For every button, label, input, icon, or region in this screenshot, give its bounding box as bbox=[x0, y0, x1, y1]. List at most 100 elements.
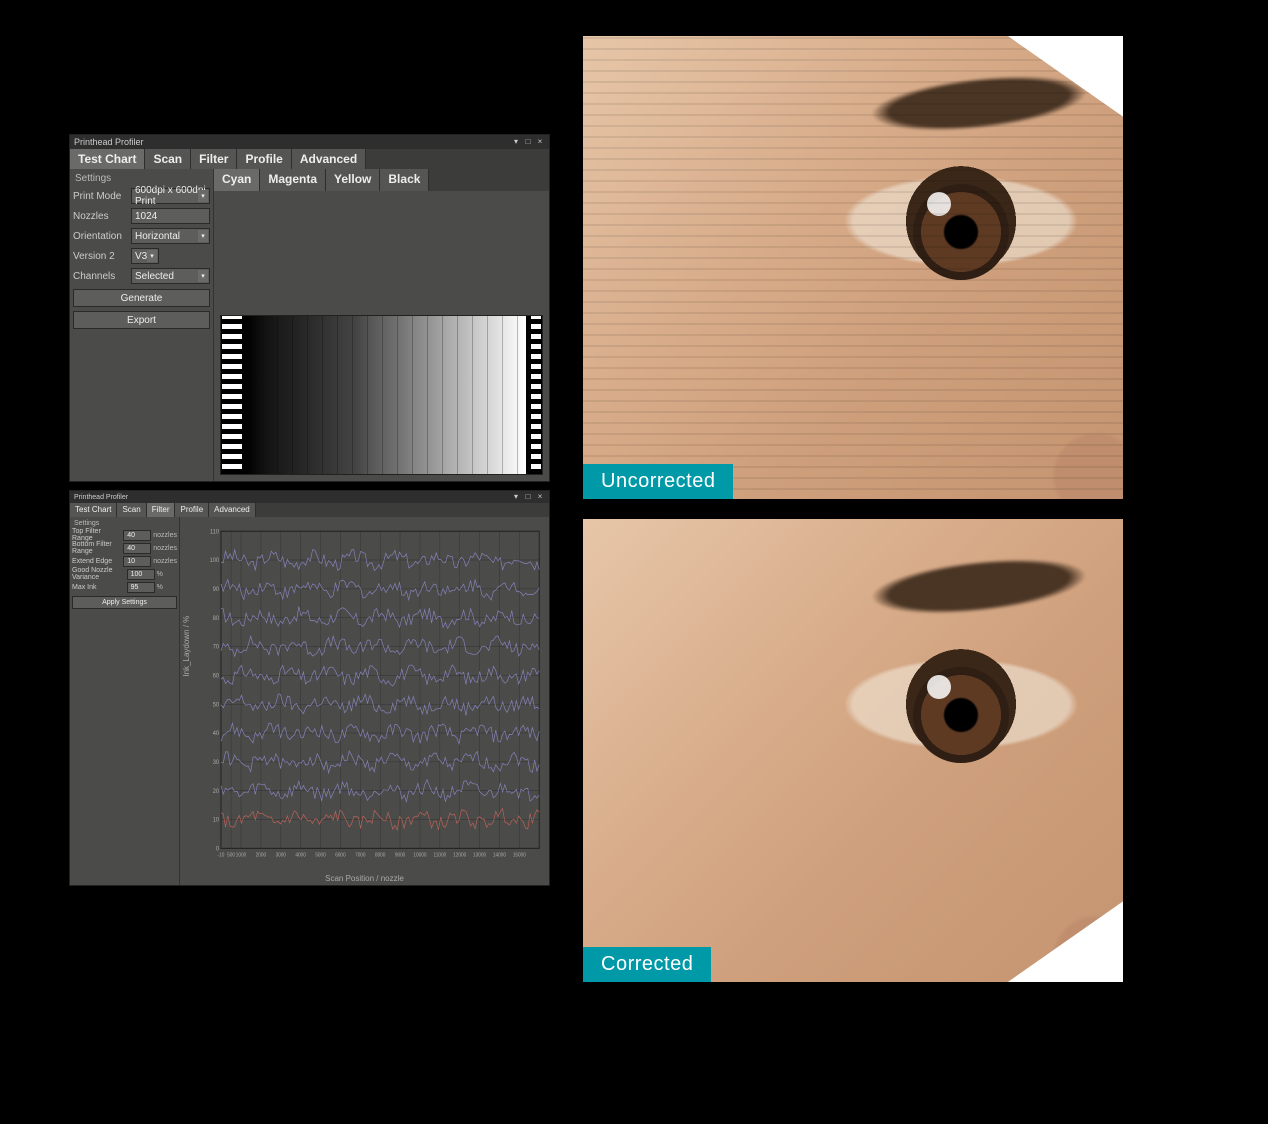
unit-label: nozzles bbox=[153, 558, 177, 565]
good-nozzle-variance-input[interactable]: 100 bbox=[127, 569, 155, 580]
chevron-down-icon: ▾ bbox=[198, 190, 208, 202]
good-nozzle-variance-label: Good Nozzle Variance bbox=[72, 567, 125, 581]
nozzles-input[interactable]: 1024 bbox=[131, 208, 210, 224]
channels-label: Channels bbox=[73, 271, 127, 282]
tab-filter[interactable]: Filter bbox=[191, 149, 237, 169]
svg-text:80: 80 bbox=[213, 616, 220, 622]
svg-text:15000: 15000 bbox=[513, 852, 526, 858]
version2-label: Version 2 bbox=[73, 251, 127, 262]
registration-marks-left bbox=[221, 316, 243, 474]
corrected-photo: Corrected bbox=[583, 519, 1123, 982]
svg-text:4000: 4000 bbox=[295, 852, 306, 858]
tab-black[interactable]: Black bbox=[380, 169, 429, 191]
viewport-gap bbox=[583, 499, 809, 519]
svg-text:2000: 2000 bbox=[256, 852, 267, 858]
top-filter-range-input[interactable]: 40 bbox=[123, 530, 151, 541]
svg-text:40: 40 bbox=[213, 731, 220, 737]
svg-text:5000: 5000 bbox=[315, 852, 326, 858]
window-title: Printhead Profiler bbox=[74, 137, 144, 147]
svg-text:13000: 13000 bbox=[473, 852, 486, 858]
bottom-filter-range-input[interactable]: 40 bbox=[123, 543, 151, 554]
svg-text:12000: 12000 bbox=[453, 852, 466, 858]
tab-profile[interactable]: Profile bbox=[175, 503, 209, 517]
main-tabs: Test Chart Scan Filter Profile Advanced bbox=[70, 503, 549, 517]
orientation-select[interactable]: Horizontal ▾ bbox=[131, 228, 210, 244]
print-mode-select[interactable]: 600dpi x 600dpi Print ▾ bbox=[131, 188, 210, 204]
window-title: Printhead Profiler bbox=[74, 494, 128, 501]
tab-cyan[interactable]: Cyan bbox=[214, 169, 260, 191]
tab-advanced[interactable]: Advanced bbox=[292, 149, 366, 169]
tab-magenta[interactable]: Magenta bbox=[260, 169, 326, 191]
max-ink-label: Max Ink bbox=[72, 584, 125, 591]
nozzles-label: Nozzles bbox=[73, 211, 127, 222]
svg-text:6000: 6000 bbox=[335, 852, 346, 858]
tab-test-chart[interactable]: Test Chart bbox=[70, 149, 145, 169]
svg-text:1000: 1000 bbox=[236, 852, 247, 858]
tab-scan[interactable]: Scan bbox=[117, 503, 146, 517]
x-axis-label: Scan Position / nozzle bbox=[325, 874, 404, 883]
bottom-filter-range-label: Bottom Filter Range bbox=[72, 541, 121, 555]
unit-label: % bbox=[157, 584, 177, 591]
svg-text:60: 60 bbox=[213, 673, 220, 679]
export-button[interactable]: Export bbox=[73, 311, 210, 329]
svg-text:10000: 10000 bbox=[413, 852, 426, 858]
filter-settings-panel: Settings Top Filter Range 40 nozzles Bot… bbox=[70, 517, 180, 885]
chevron-down-icon: ▾ bbox=[147, 250, 157, 262]
profiler-window-top: Printhead Profiler ▾ □ × Test Chart Scan… bbox=[69, 134, 550, 482]
svg-text:7000: 7000 bbox=[355, 852, 366, 858]
svg-text:-10: -10 bbox=[218, 852, 225, 858]
svg-text:8000: 8000 bbox=[375, 852, 386, 858]
tab-yellow[interactable]: Yellow bbox=[326, 169, 380, 191]
svg-text:9000: 9000 bbox=[395, 852, 406, 858]
profiler-window-bottom: Printhead Profiler ▾ □ × Test Chart Scan… bbox=[69, 490, 550, 886]
chevron-down-icon: ▾ bbox=[198, 270, 208, 282]
svg-text:70: 70 bbox=[213, 644, 220, 650]
color-tabs: Cyan Magenta Yellow Black bbox=[214, 169, 549, 191]
uncorrected-caption: Uncorrected bbox=[583, 464, 733, 499]
tab-scan[interactable]: Scan bbox=[145, 149, 191, 169]
svg-text:14000: 14000 bbox=[493, 852, 506, 858]
test-chart-preview bbox=[220, 315, 543, 475]
unit-label: nozzles bbox=[153, 545, 177, 552]
orientation-label: Orientation bbox=[73, 231, 127, 242]
svg-text:500: 500 bbox=[227, 852, 235, 858]
version2-select[interactable]: V3 ▾ bbox=[131, 248, 159, 264]
apply-settings-button[interactable]: Apply Settings bbox=[72, 596, 177, 609]
titlebar[interactable]: Printhead Profiler ▾ □ × bbox=[70, 135, 549, 149]
maximize-icon[interactable]: □ bbox=[523, 492, 533, 502]
ink-laydown-graph: Ink_Laydown / % Scan Position / nozzle 0… bbox=[180, 517, 549, 885]
y-axis-label: Ink_Laydown / % bbox=[182, 616, 191, 677]
extend-edge-label: Extend Edge bbox=[72, 558, 121, 565]
unit-label: nozzles bbox=[153, 532, 177, 539]
minimize-icon[interactable]: ▾ bbox=[511, 137, 521, 147]
svg-text:90: 90 bbox=[213, 587, 220, 593]
channels-select[interactable]: Selected ▾ bbox=[131, 268, 210, 284]
svg-text:3000: 3000 bbox=[276, 852, 287, 858]
close-icon[interactable]: × bbox=[535, 492, 545, 502]
svg-text:50: 50 bbox=[213, 702, 220, 708]
top-filter-range-label: Top Filter Range bbox=[72, 528, 121, 542]
svg-text:11000: 11000 bbox=[433, 852, 446, 858]
tab-profile[interactable]: Profile bbox=[237, 149, 291, 169]
corrected-caption: Corrected bbox=[583, 947, 711, 982]
minimize-icon[interactable]: ▾ bbox=[511, 492, 521, 502]
line-chart: 0102030405060708090100110-10500100020003… bbox=[204, 525, 543, 867]
settings-panel: Settings Print Mode 600dpi x 600dpi Prin… bbox=[70, 169, 214, 481]
close-icon[interactable]: × bbox=[535, 137, 545, 147]
titlebar[interactable]: Printhead Profiler ▾ □ × bbox=[70, 491, 549, 503]
preview-panel: Cyan Magenta Yellow Black bbox=[214, 169, 549, 481]
uncorrected-photo: Uncorrected bbox=[583, 36, 1123, 499]
registration-marks-right bbox=[530, 316, 542, 474]
tab-advanced[interactable]: Advanced bbox=[209, 503, 256, 517]
settings-heading: Settings bbox=[72, 519, 177, 528]
svg-text:30: 30 bbox=[213, 760, 220, 766]
tab-filter[interactable]: Filter bbox=[147, 503, 176, 517]
main-tabs: Test Chart Scan Filter Profile Advanced bbox=[70, 149, 549, 169]
extend-edge-input[interactable]: 10 bbox=[123, 556, 151, 567]
generate-button[interactable]: Generate bbox=[73, 289, 210, 307]
gradient-steps bbox=[247, 316, 526, 474]
maximize-icon[interactable]: □ bbox=[523, 137, 533, 147]
max-ink-input[interactable]: 95 bbox=[127, 582, 155, 593]
svg-text:100: 100 bbox=[210, 558, 220, 564]
tab-test-chart[interactable]: Test Chart bbox=[70, 503, 117, 517]
